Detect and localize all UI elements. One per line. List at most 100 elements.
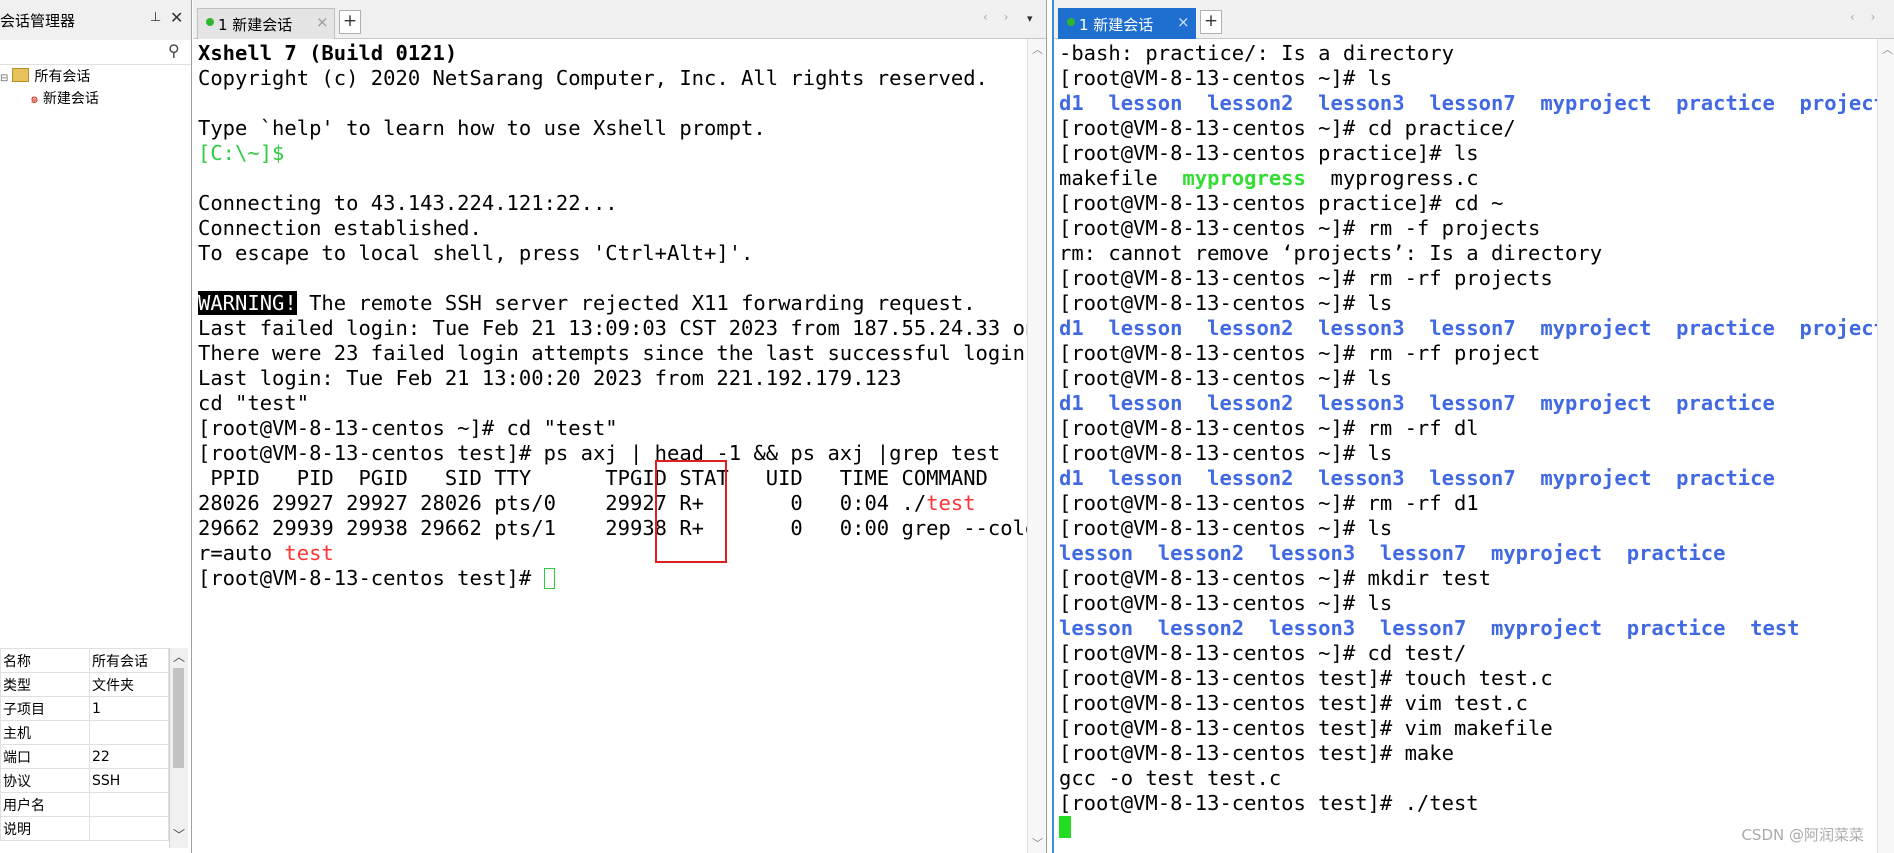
- terminal-line: Connecting to 43.143.224.121:22...: [198, 191, 618, 215]
- terminal-line: [root@VM-8-13-centos practice]# cd ~: [1059, 191, 1504, 215]
- left-terminal-pane: 1 新建会话 × + ‹ › ▾ Xshell 7 (Build 0121) C…: [193, 0, 1047, 853]
- terminal-line: [root@VM-8-13-centos test]# ps axj | hea…: [198, 441, 1001, 465]
- property-row[interactable]: 端口 22: [0, 744, 169, 769]
- chevron-up-icon[interactable]: ︿: [1882, 41, 1893, 57]
- pin-icon[interactable]: ⊥: [150, 10, 161, 25]
- ls-output: d1 lesson lesson2 lesson3 lesson7 myproj…: [1059, 316, 1886, 340]
- tab-menu-icon[interactable]: ▾: [1027, 12, 1033, 25]
- tree-collapse-icon[interactable]: ⊟: [0, 73, 8, 84]
- terminal-cursor: [1059, 816, 1071, 838]
- ls-output: d1 lesson lesson2 lesson3 lesson7 myproj…: [1059, 391, 1775, 415]
- tab-scroll-arrows-icon[interactable]: ‹ ›: [1850, 10, 1881, 24]
- terminal-line: [root@VM-8-13-centos ~]# ls: [1059, 591, 1393, 615]
- terminal-line: [root@VM-8-13-centos ~]# rm -f projects: [1059, 216, 1541, 240]
- property-value: SSH: [89, 768, 169, 793]
- tree-item-label: 新建会话: [42, 91, 99, 107]
- terminal-line: -bash: practice/: Is a directory: [1059, 41, 1454, 65]
- chevron-down-icon[interactable]: ﹀: [173, 826, 185, 843]
- terminal-line: [root@VM-8-13-centos ~]# rm -rf d1: [1059, 491, 1479, 515]
- left-terminal-output[interactable]: Xshell 7 (Build 0121) Copyright (c) 2020…: [193, 39, 1037, 853]
- tab-new-session-right[interactable]: 1 新建会话 ×: [1058, 8, 1196, 39]
- tab-close-icon[interactable]: ×: [316, 13, 329, 31]
- scroll-thumb[interactable]: [173, 668, 184, 768]
- chevron-down-icon[interactable]: ﹀: [1032, 835, 1043, 851]
- prompt-text: [root@VM-8-13-centos test]#: [198, 566, 544, 590]
- terminal-line: Xshell 7 (Build 0121): [198, 41, 458, 65]
- local-prompt: [C:\~]$: [198, 141, 285, 165]
- property-value: [89, 792, 169, 817]
- tab-label: 1 新建会话: [1079, 16, 1154, 34]
- session-icon: ๑: [30, 91, 39, 107]
- tab-scroll-arrows-icon[interactable]: ‹ ›: [983, 10, 1014, 24]
- ls-output: d1 lesson lesson2 lesson3 lesson7 myproj…: [1059, 91, 1886, 115]
- add-tab-button[interactable]: +: [1200, 10, 1222, 34]
- tab-new-session-left[interactable]: 1 新建会话 ×: [197, 8, 335, 39]
- terminal-cursor: [543, 568, 555, 589]
- terminal-line: [root@VM-8-13-centos ~]# cd "test": [198, 416, 618, 440]
- property-key: 名称: [0, 648, 90, 673]
- connected-status-icon: [1067, 18, 1075, 26]
- ls-output: lesson lesson2 lesson3 lesson7 myproject…: [1059, 616, 1800, 640]
- property-row[interactable]: 类型 文件夹: [0, 672, 169, 697]
- property-value: 22: [89, 744, 169, 769]
- tree-item-all-sessions[interactable]: ⊟ 所有会话: [0, 66, 90, 86]
- property-row[interactable]: 说明: [0, 816, 169, 841]
- terminal-line: [root@VM-8-13-centos ~]# cd practice/: [1059, 116, 1516, 140]
- properties-scrollbar[interactable]: ︿ ﹀: [169, 648, 188, 848]
- left-terminal-scrollbar[interactable]: ︿ ﹀: [1027, 39, 1046, 853]
- ps-row-wrap: r=auto test: [198, 541, 334, 566]
- ls-output: d1 lesson lesson2 lesson3 lesson7 myproj…: [1059, 466, 1775, 490]
- property-row[interactable]: 协议 SSH: [0, 768, 169, 793]
- property-key: 类型: [0, 672, 90, 697]
- executable-name: myprogress: [1182, 166, 1306, 190]
- terminal-line: [root@VM-8-13-centos test]# vim test.c: [1059, 691, 1528, 715]
- property-key: 说明: [0, 816, 90, 841]
- terminal-line: [root@VM-8-13-centos ~]# ls: [1059, 291, 1393, 315]
- ls-output: makefile myprogress myprogress.c: [1059, 166, 1479, 191]
- warning-label: WARNING!: [198, 291, 297, 315]
- terminal-line: [root@VM-8-13-centos test]# vim makefile: [1059, 716, 1553, 740]
- terminal-line: cd "test": [198, 391, 310, 415]
- right-terminal-output[interactable]: -bash: practice/: Is a directory [root@V…: [1054, 39, 1886, 853]
- property-value: [89, 816, 169, 841]
- grep-match: test: [926, 491, 976, 515]
- terminal-line: [root@VM-8-13-centos test]# make: [1059, 741, 1454, 765]
- ps-row: 28026 29927 29927 28026 pts/0 29927 R+ 0…: [198, 491, 976, 516]
- tab-close-icon[interactable]: ×: [1177, 13, 1190, 31]
- terminal-line: [root@VM-8-13-centos ~]# mkdir test: [1059, 566, 1491, 590]
- chevron-up-icon[interactable]: ︿: [173, 648, 185, 665]
- terminal-line: To escape to local shell, press 'Ctrl+Al…: [198, 241, 754, 265]
- terminal-line: Last login: Tue Feb 21 13:00:20 2023 fro…: [198, 366, 902, 390]
- terminal-line: rm: cannot remove ‘projects’: Is a direc…: [1059, 241, 1603, 265]
- property-key: 主机: [0, 720, 90, 745]
- right-terminal-scrollbar[interactable]: ︿: [1877, 39, 1894, 853]
- terminal-line: WARNING! The remote SSH server rejected …: [198, 291, 976, 316]
- stat-column-highlight-box: [655, 460, 727, 563]
- terminal-line: There were 23 failed login attempts sinc…: [198, 341, 1038, 365]
- property-value: 文件夹: [89, 672, 169, 697]
- property-row[interactable]: 主机: [0, 720, 169, 745]
- property-row[interactable]: 用户名: [0, 792, 169, 817]
- terminal-line: [root@VM-8-13-centos ~]# ls: [1059, 366, 1393, 390]
- terminal-line: [root@VM-8-13-centos test]# touch test.c: [1059, 666, 1553, 690]
- property-row[interactable]: 名称 所有会话: [0, 648, 169, 673]
- terminal-line: [root@VM-8-13-centos ~]# rm -rf project: [1059, 341, 1541, 365]
- property-key: 子项目: [0, 696, 90, 721]
- grep-match: test: [284, 541, 334, 565]
- shell-prompt: [root@VM-8-13-centos test]#: [198, 566, 555, 591]
- close-icon[interactable]: ✕: [170, 8, 183, 27]
- terminal-line: gcc -o test test.c: [1059, 766, 1282, 790]
- session-manager-title: 会话管理器: [0, 12, 76, 30]
- terminal-line: [root@VM-8-13-centos ~]# ls: [1059, 441, 1393, 465]
- add-tab-button[interactable]: +: [339, 10, 361, 34]
- property-row[interactable]: 子项目 1: [0, 696, 169, 721]
- search-icon[interactable]: ⚲: [168, 41, 180, 60]
- terminal-line: Copyright (c) 2020 NetSarang Computer, I…: [198, 66, 988, 90]
- terminal-line: [root@VM-8-13-centos ~]# rm -rf projects: [1059, 266, 1553, 290]
- session-search-bar[interactable]: ⚲: [0, 40, 191, 65]
- tree-item-new-session[interactable]: ๑新建会话: [30, 88, 99, 110]
- right-terminal-pane: 1 新建会话 × + ‹ › -bash: practice/: Is a di…: [1052, 0, 1894, 853]
- tree-item-label: 所有会话: [34, 69, 91, 85]
- ls-output: lesson lesson2 lesson3 lesson7 myproject…: [1059, 541, 1726, 565]
- chevron-up-icon[interactable]: ︿: [1032, 41, 1043, 57]
